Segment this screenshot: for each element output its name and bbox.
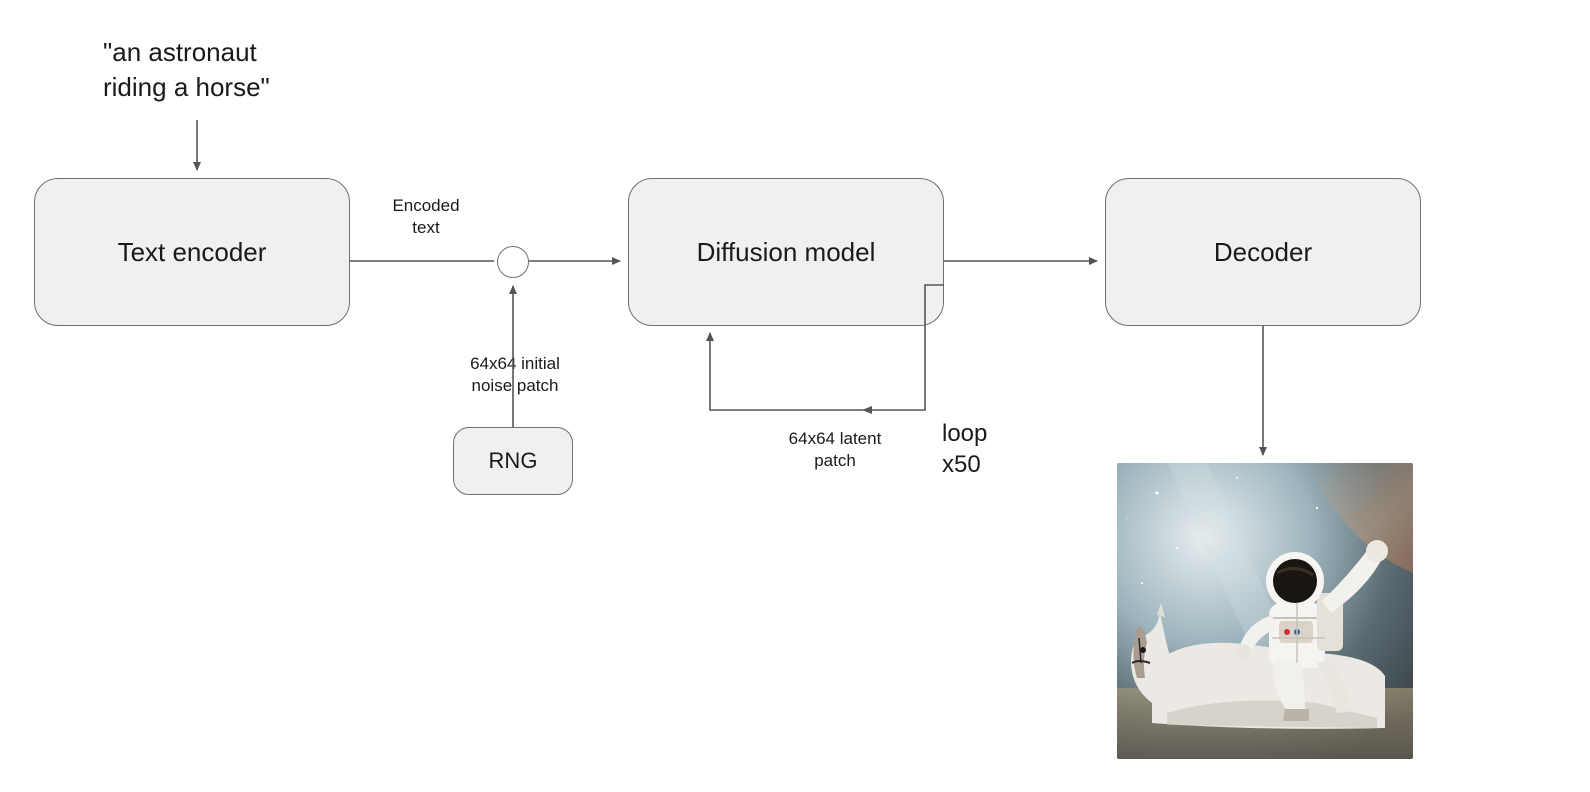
astronaut-horse-image-icon <box>1117 463 1413 759</box>
prompt-line2: riding a horse" <box>103 72 270 102</box>
diffusion-model-label: Diffusion model <box>697 237 876 268</box>
encoded-text-label: Encoded text <box>371 195 481 239</box>
prompt-text: "an astronaut riding a horse" <box>103 35 270 105</box>
rng-node: RNG <box>453 427 573 495</box>
junction-circle <box>497 246 529 278</box>
rng-label: RNG <box>489 448 538 474</box>
output-image <box>1117 463 1413 759</box>
prompt-line1: "an astronaut <box>103 37 257 67</box>
decoder-node: Decoder <box>1105 178 1421 326</box>
diffusion-model-node: Diffusion model <box>628 178 944 326</box>
text-encoder-label: Text encoder <box>118 237 267 268</box>
noise-patch-label: 64x64 initial noise patch <box>435 353 595 397</box>
text-encoder-node: Text encoder <box>34 178 350 326</box>
latent-patch-label: 64x64 latent patch <box>765 428 905 472</box>
loop-arrowhead-left <box>862 406 872 414</box>
decoder-label: Decoder <box>1214 237 1312 268</box>
loop-label: loop x50 <box>942 418 987 480</box>
